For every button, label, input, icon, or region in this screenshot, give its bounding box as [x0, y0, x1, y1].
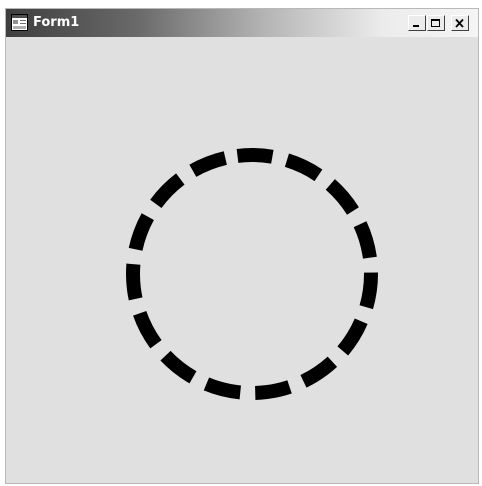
close-button[interactable] [451, 15, 469, 31]
drawing-canvas [126, 147, 378, 400]
form-client-area [6, 37, 478, 483]
form1-window: Form1 [5, 8, 479, 484]
close-icon [455, 18, 464, 28]
minimize-icon [413, 24, 419, 27]
title-bar[interactable]: Form1 [6, 9, 478, 37]
minimize-button[interactable] [408, 15, 426, 31]
maximize-button[interactable] [427, 15, 445, 31]
window-title: Form1 [33, 15, 80, 30]
dashed-circle [126, 147, 378, 400]
maximize-icon [431, 18, 440, 27]
form-app-icon[interactable] [11, 14, 28, 31]
